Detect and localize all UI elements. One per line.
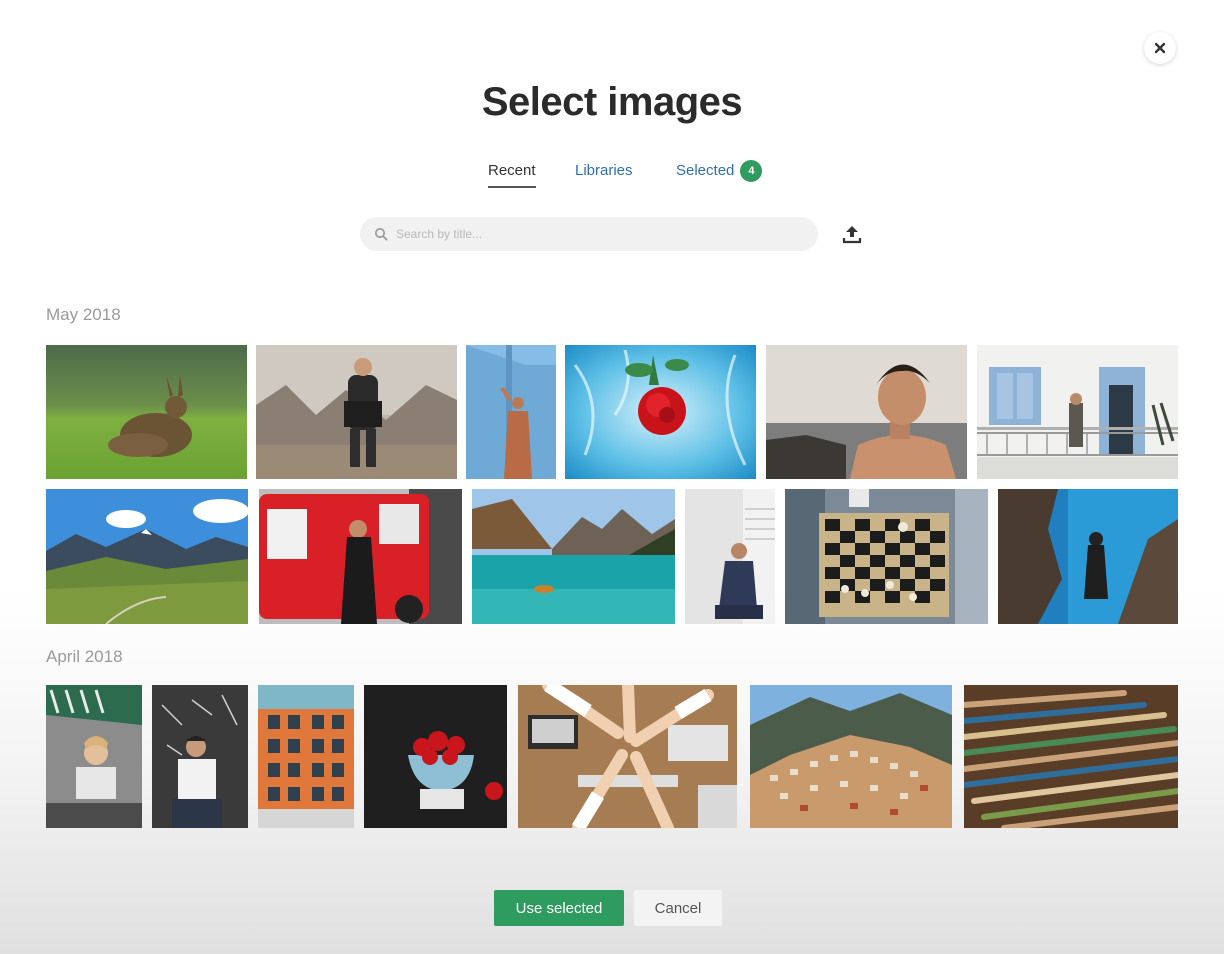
use-selected-button[interactable]: Use selected [494,890,624,926]
tab-recent[interactable]: Recent [488,160,536,188]
image-thumb-chess-board[interactable] [785,489,988,624]
selected-count-badge: 4 [740,160,763,182]
tab-selected[interactable]: Selected 4 [676,160,763,188]
cancel-button[interactable]: Cancel [634,890,722,926]
image-thumb-orange-building[interactable] [258,685,354,828]
select-images-dialog: Select images Recent Libraries Selected … [0,0,1224,954]
image-thumb-strawberries[interactable] [364,685,507,828]
image-thumb-diver[interactable] [998,489,1178,624]
image-thumb-blue-shutters[interactable] [977,345,1178,479]
search-icon [375,228,388,241]
image-thumb-dress-woman[interactable] [466,345,556,479]
image-thumb-team-hands[interactable] [518,685,737,828]
image-thumb-turquoise-lake[interactable] [472,489,675,624]
upload-icon [842,226,862,244]
section-label-may-2018: May 2018 [46,305,121,324]
image-thumb-hare[interactable] [46,345,247,479]
tab-recent-label: Recent [488,162,536,179]
tab-libraries[interactable]: Libraries [575,160,633,188]
close-icon [1154,42,1166,54]
image-thumb-sitting-person[interactable] [685,489,775,624]
tab-libraries-label: Libraries [575,162,633,179]
image-thumb-rose-water[interactable] [565,345,756,479]
image-thumb-cap-man[interactable] [152,685,248,828]
image-thumb-shirtless-man[interactable] [766,345,967,479]
image-thumb-hillside-town[interactable] [750,685,952,828]
image-thumb-mountain-valley[interactable] [46,489,248,624]
dialog-title: Select images [481,80,743,124]
section-label-april-2018: April 2018 [46,647,123,666]
image-thumb-laptop-woman[interactable] [256,345,457,479]
image-thumb-paint-brushes[interactable] [964,685,1178,828]
close-button[interactable] [1144,32,1176,64]
search-input[interactable] [396,227,796,241]
upload-button[interactable] [838,220,866,248]
tab-selected-label: Selected [676,162,735,179]
tab-bar: Recent Libraries Selected 4 [0,160,1224,192]
image-thumb-girl-hands[interactable] [46,685,142,828]
image-thumb-red-bus[interactable] [259,489,462,624]
search-bar [360,217,818,251]
